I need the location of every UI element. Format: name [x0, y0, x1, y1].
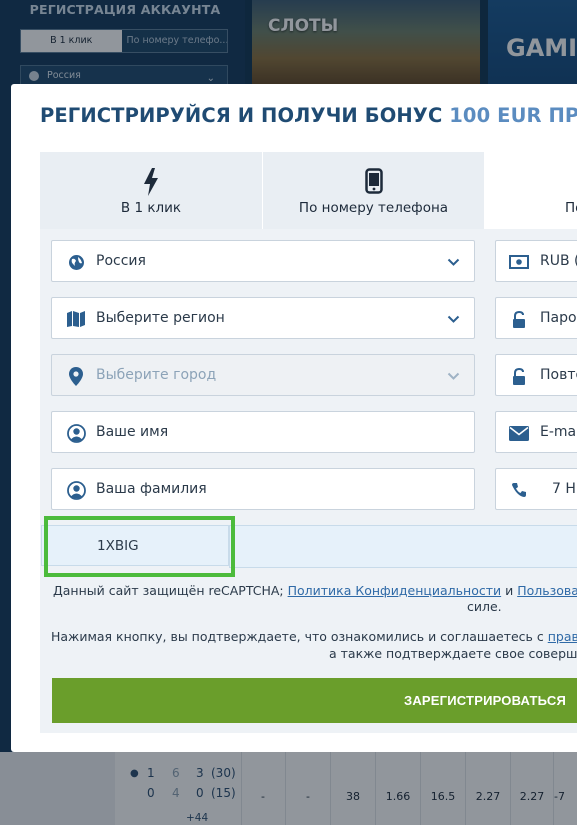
repeat-password-field[interactable]: Повто	[495, 354, 577, 396]
email-placeholder: E-mail	[540, 424, 577, 440]
map-icon	[66, 309, 86, 329]
last-name-placeholder: Ваша фамилия	[96, 481, 207, 497]
phone-icon	[263, 168, 484, 196]
tab-one-click[interactable]: В 1 клик	[40, 152, 262, 229]
tab-one-click-label: В 1 клик	[120, 200, 182, 216]
phone-handset-icon	[509, 480, 529, 500]
phone-value: 7 Н	[552, 481, 576, 497]
lock-icon	[509, 309, 529, 329]
registration-modal: РЕГИСТРИРУЙСЯ И ПОЛУЧИ БОНУС 100 EUR ПРЯ…	[11, 84, 577, 752]
country-value: Россия	[96, 253, 146, 269]
and-text: и	[501, 583, 518, 598]
chevron-down-icon	[447, 255, 460, 271]
globe-icon	[66, 252, 86, 272]
recaptcha-text: Данный сайт защищён reCAPTCHA;	[53, 583, 288, 598]
currency-value: RUB (	[540, 253, 577, 269]
money-icon	[509, 252, 529, 272]
privacy-policy-link[interactable]: Политика Конфиденциальности	[288, 583, 502, 598]
country-select[interactable]: Россия	[51, 240, 475, 282]
password-placeholder: Парол	[540, 310, 577, 326]
tab-by-phone[interactable]: По номеру телефона	[262, 152, 484, 229]
city-value: Выберите город	[96, 367, 217, 383]
envelope-icon	[509, 423, 529, 443]
password-field[interactable]: Парол	[495, 297, 577, 339]
promo-code-highlight	[44, 516, 235, 577]
promo-row-extension	[229, 525, 577, 568]
modal-title-main: РЕГИСТРИРУЙСЯ И ПОЛУЧИ БОНУС	[40, 104, 450, 127]
lightning-icon	[40, 168, 262, 196]
region-value: Выберите регион	[96, 310, 225, 326]
repeat-password-placeholder: Повто	[540, 367, 577, 383]
email-field[interactable]: E-mail	[495, 411, 577, 453]
rules-link[interactable]: прави	[548, 629, 577, 644]
currency-select[interactable]: RUB (	[495, 240, 577, 282]
modal-title-accent: 100 EUR ПРЯМО	[449, 104, 577, 127]
confirm-age-text: а также подтверждаете свое соверше	[329, 646, 577, 661]
lock-icon	[509, 366, 529, 386]
consent-text: Нажимая кнопку, вы подтверждаете, что оз…	[51, 629, 548, 644]
terms-link[interactable]: Пользова	[517, 583, 577, 598]
user-icon	[66, 423, 86, 443]
tab-by-email-label: По	[565, 200, 577, 216]
region-select[interactable]: Выберите регион	[51, 297, 475, 339]
user-icon	[66, 480, 86, 500]
location-pin-icon	[66, 366, 86, 386]
register-button[interactable]: ЗАРЕГИСТРИРОВАТЬСЯ	[52, 678, 577, 723]
modal-title: РЕГИСТРИРУЙСЯ И ПОЛУЧИ БОНУС 100 EUR ПРЯ…	[40, 104, 577, 127]
in-force-text: силе.	[467, 599, 502, 614]
chevron-down-icon	[447, 369, 460, 385]
last-name-field[interactable]: Ваша фамилия	[51, 468, 475, 510]
consent-notice: Нажимая кнопку, вы подтверждаете, что оз…	[51, 629, 577, 644]
recaptcha-notice: Данный сайт защищён reCAPTCHA; Политика …	[53, 583, 577, 598]
city-select[interactable]: Выберите город	[51, 354, 475, 396]
tab-by-phone-label: По номеру телефона	[298, 200, 449, 216]
tab-by-email[interactable]: По	[484, 152, 577, 229]
chevron-down-icon	[447, 312, 460, 328]
phone-field[interactable]: 7 Н	[495, 468, 577, 510]
first-name-placeholder: Ваше имя	[96, 424, 169, 440]
first-name-field[interactable]: Ваше имя	[51, 411, 475, 453]
